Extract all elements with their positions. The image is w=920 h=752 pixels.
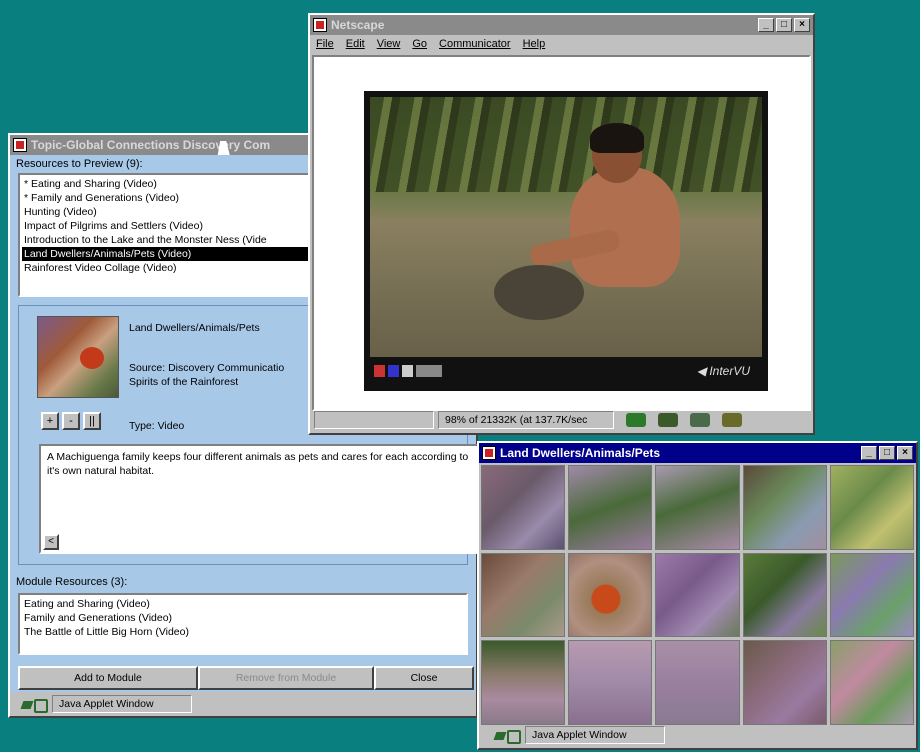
security-indicator xyxy=(314,411,434,429)
thumbnail[interactable] xyxy=(568,552,653,638)
resource-source: Source: Discovery Communicatio xyxy=(129,362,285,374)
land-statusbar: Java Applet Window xyxy=(481,724,914,746)
netscape-window: Netscape _ □ × File Edit View Go Communi… xyxy=(308,13,815,435)
list-item[interactable]: Eating and Sharing (Video) xyxy=(24,597,462,611)
action-buttons: Add to Module Remove from Module Close xyxy=(18,666,474,690)
thumbnail[interactable] xyxy=(481,465,566,550)
menu-communicator[interactable]: Communicator xyxy=(439,38,511,50)
resource-program: Spirits of the Rainforest xyxy=(129,376,239,388)
thumbnail[interactable] xyxy=(742,465,827,550)
land-titlebar[interactable]: Land Dwellers/Animals/Pets _ □ × xyxy=(479,443,916,463)
thumbnail[interactable] xyxy=(742,552,827,638)
netscape-menubar: File Edit View Go Communicator Help xyxy=(310,35,813,53)
thumbnail[interactable] xyxy=(829,465,914,550)
thumbnail[interactable] xyxy=(568,465,653,550)
leaf-icon[interactable] xyxy=(626,413,646,427)
close-window-button[interactable]: × xyxy=(794,18,810,32)
description-box[interactable]: A Machiguenga family keeps four differen… xyxy=(39,444,479,554)
applet-status: Java Applet Window xyxy=(52,695,192,713)
download-status: 98% of 21332K (at 137.7K/sec xyxy=(438,411,614,429)
video-player[interactable]: ◀ InterVU xyxy=(364,91,768,391)
menu-file[interactable]: File xyxy=(316,38,334,50)
thumbnail[interactable] xyxy=(655,465,740,550)
land-dwellers-window: Land Dwellers/Animals/Pets _ □ × Java Ap… xyxy=(477,441,918,750)
netscape-titlebar[interactable]: Netscape _ □ × xyxy=(310,15,813,35)
mouse-cursor-icon xyxy=(217,141,233,155)
minimize-button[interactable]: _ xyxy=(861,446,877,460)
menu-view[interactable]: View xyxy=(377,38,401,50)
intervu-logo: ◀ InterVU xyxy=(696,364,750,378)
menu-edit[interactable]: Edit xyxy=(346,38,365,50)
minus-button[interactable]: - xyxy=(62,412,80,430)
topic-statusbar: Java Applet Window xyxy=(10,692,476,716)
volume-icon[interactable] xyxy=(416,365,442,377)
java-icon xyxy=(20,697,48,713)
close-window-button[interactable]: × xyxy=(897,446,913,460)
edit-icon[interactable] xyxy=(722,413,742,427)
netscape-icon xyxy=(313,18,327,32)
play-icon[interactable] xyxy=(388,365,399,377)
playback-controls: + - || xyxy=(41,412,101,430)
module-list[interactable]: Eating and Sharing (Video) Family and Gen… xyxy=(18,593,468,655)
land-title: Land Dwellers/Animals/Pets xyxy=(500,446,661,460)
ship-icon[interactable] xyxy=(658,413,678,427)
thumbnail[interactable] xyxy=(655,640,740,725)
resource-type: Type: Video xyxy=(129,420,185,432)
resource-name: Land Dwellers/Animals/Pets xyxy=(129,322,260,334)
description-text: A Machiguenga family keeps four differen… xyxy=(47,451,469,477)
thumbnail[interactable] xyxy=(568,640,653,725)
video-controls: ◀ InterVU xyxy=(370,357,762,385)
thumbnail[interactable] xyxy=(481,640,566,725)
netscape-statusbar: 98% of 21332K (at 137.7K/sec xyxy=(312,409,811,431)
maximize-button[interactable]: □ xyxy=(776,18,792,32)
module-label: Module Resources (3): xyxy=(16,576,128,588)
video-thumbnail-grid xyxy=(481,465,914,725)
video-frame[interactable] xyxy=(370,97,762,357)
browser-content: ◀ InterVU xyxy=(312,55,811,411)
netscape-title: Netscape xyxy=(331,18,385,32)
list-item[interactable]: The Battle of Little Big Horn (Video) xyxy=(24,625,462,639)
thumbnail[interactable] xyxy=(481,552,566,638)
close-button[interactable]: Close xyxy=(374,666,474,690)
applet-status: Java Applet Window xyxy=(525,726,665,744)
app-icon xyxy=(482,446,496,460)
stop-icon[interactable] xyxy=(374,365,385,377)
thumbnail[interactable] xyxy=(829,552,914,638)
java-icon xyxy=(493,728,521,744)
plus-button[interactable]: + xyxy=(41,412,59,430)
scroll-left-button[interactable]: < xyxy=(43,534,59,550)
maximize-button[interactable]: □ xyxy=(879,446,895,460)
thumbnail[interactable] xyxy=(655,552,740,638)
thumbnail[interactable] xyxy=(829,640,914,725)
menu-go[interactable]: Go xyxy=(412,38,427,50)
list-item[interactable]: Family and Generations (Video) xyxy=(24,611,462,625)
add-to-module-button[interactable]: Add to Module xyxy=(18,666,198,690)
resource-thumbnail xyxy=(37,316,119,398)
remove-from-module-button[interactable]: Remove from Module xyxy=(198,666,374,690)
minimize-button[interactable]: _ xyxy=(758,18,774,32)
menu-help[interactable]: Help xyxy=(523,38,546,50)
mail-icon[interactable] xyxy=(690,413,710,427)
app-icon xyxy=(13,138,27,152)
pause-button[interactable]: || xyxy=(83,412,101,430)
thumbnail[interactable] xyxy=(742,640,827,725)
pause-icon[interactable] xyxy=(402,365,413,377)
